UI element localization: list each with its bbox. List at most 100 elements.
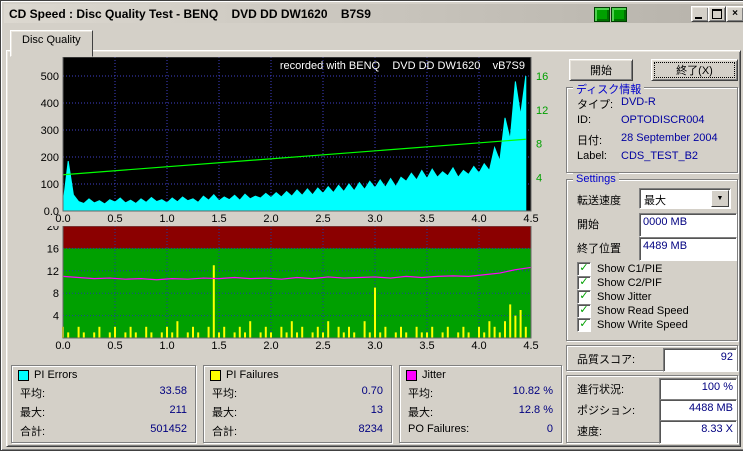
- svg-text:20: 20: [47, 226, 59, 233]
- checkbox-show-jitter[interactable]: ✓ Show Jitter: [577, 290, 651, 304]
- checkbox-show-c2-pif[interactable]: ✓ Show C2/PIF: [577, 276, 662, 290]
- stat-row: 最大: 12.8 %: [408, 404, 553, 417]
- checkmark-icon: ✓: [579, 305, 588, 316]
- checkmark-icon: ✓: [579, 263, 588, 274]
- disc-id-value: OPTODISCR004: [621, 114, 705, 126]
- start-position-field[interactable]: 0000 MB: [639, 213, 737, 237]
- disc-info-row: Label: CDS_TEST_B2: [577, 150, 731, 162]
- checkmark-icon: ✓: [579, 291, 588, 302]
- progress-label: 進行状況:: [577, 381, 624, 397]
- pi-errors-chart: 0.00.51.01.52.02.53.03.54.04.55004003002…: [29, 57, 563, 225]
- maximize-icon: [712, 9, 722, 19]
- svg-text:3.5: 3.5: [419, 340, 434, 352]
- chevron-down-icon: ▼: [717, 195, 724, 202]
- pi-failures-panel: PI Failures 平均:0.70 最大:13 合計:8234: [203, 365, 392, 443]
- end-position-label: 終了位置: [577, 240, 621, 256]
- svg-text:3.0: 3.0: [367, 213, 382, 225]
- panel-header: PI Failures: [210, 369, 279, 381]
- maximize-button[interactable]: [708, 6, 726, 22]
- close-icon: ×: [732, 9, 738, 19]
- stat-label: 合計:: [212, 423, 237, 436]
- svg-text:12: 12: [536, 105, 548, 117]
- stat-label: PO Failures:: [408, 423, 469, 436]
- checkbox-box: ✓: [577, 290, 591, 304]
- disc-label-value: CDS_TEST_B2: [621, 150, 698, 162]
- start-position-label: 開始: [577, 216, 599, 232]
- disc-info-title: ディスク情報: [573, 81, 644, 97]
- green-app-icon-1[interactable]: [594, 7, 610, 22]
- exit-button[interactable]: 終了(X): [651, 59, 738, 81]
- stat-value: 12.8 %: [519, 404, 553, 417]
- panel-title: PI Failures: [226, 369, 279, 381]
- status-group: 進行状況: 100 % ポジション: 4488 MB 速度: 8.33 X: [566, 375, 738, 443]
- end-position-field[interactable]: 4489 MB: [639, 237, 737, 261]
- svg-text:200: 200: [41, 152, 59, 164]
- svg-text:2.5: 2.5: [315, 340, 330, 352]
- checkbox-label: Show Read Speed: [597, 305, 689, 317]
- svg-text:16: 16: [47, 243, 59, 255]
- disc-label-label: Label:: [577, 150, 621, 162]
- pi-failures-swatch: [210, 370, 221, 381]
- stat-row: 合計: 8234: [212, 423, 383, 436]
- checkmark-icon: ✓: [579, 319, 588, 330]
- stat-row: 平均:33.58: [20, 385, 187, 398]
- checkbox-show-write-speed[interactable]: ✓ Show Write Speed: [577, 318, 688, 332]
- stat-value: 501452: [150, 423, 187, 436]
- svg-text:4.5: 4.5: [523, 213, 538, 225]
- panel-header: PI Errors: [18, 369, 77, 381]
- svg-text:400: 400: [41, 98, 59, 110]
- svg-text:300: 300: [41, 125, 59, 137]
- speed-label: 速度:: [577, 423, 602, 439]
- stat-value: 0: [547, 423, 553, 436]
- panel-title: PI Errors: [34, 369, 77, 381]
- checkbox-box: ✓: [577, 318, 591, 332]
- minimize-button[interactable]: [691, 6, 709, 22]
- disc-info-row: タイプ: DVD-R: [577, 96, 731, 112]
- stat-row: 最大: 211: [20, 404, 187, 417]
- stat-label: 最大:: [20, 404, 45, 417]
- svg-text:500: 500: [41, 71, 59, 83]
- checkbox-box: ✓: [577, 262, 591, 276]
- panel-header: Jitter: [406, 369, 446, 381]
- svg-text:0.0: 0.0: [55, 340, 70, 352]
- svg-text:recorded with BENQ DVD DD D: recorded with BENQ DVD DD DW1620 vB7S9: [280, 60, 525, 72]
- checkbox-label: Show C2/PIF: [597, 277, 662, 289]
- position-label: ポジション:: [577, 402, 635, 418]
- stat-value: 10.82 %: [513, 385, 553, 398]
- svg-text:4: 4: [536, 172, 542, 184]
- stat-row: PO Failures: 0: [408, 423, 553, 436]
- start-button[interactable]: 開始: [569, 59, 633, 81]
- jitter-swatch: [406, 370, 417, 381]
- svg-text:0.0: 0.0: [44, 206, 59, 218]
- transfer-speed-label: 転送速度: [577, 192, 621, 208]
- quality-score-group: 品質スコア: 92: [566, 345, 738, 371]
- stat-value: 8234: [359, 423, 383, 436]
- stat-value: 13: [371, 404, 383, 417]
- pi-errors-panel: PI Errors 平均:33.58 最大:211 合計:501452: [11, 365, 196, 443]
- app-window: CD Speed : Disc Quality Test - BENQ DVD …: [0, 0, 743, 451]
- disc-date-value: 28 September 2004: [621, 132, 718, 148]
- stat-label: 最大:: [408, 404, 433, 417]
- dropdown-button[interactable]: ▼: [711, 190, 729, 207]
- tab-disc-quality[interactable]: Disc Quality: [10, 30, 93, 57]
- window-title: CD Speed : Disc Quality Test - BENQ DVD …: [9, 7, 371, 21]
- stat-value: 0.70: [362, 385, 383, 398]
- svg-text:100: 100: [41, 179, 59, 191]
- svg-text:3.5: 3.5: [419, 213, 434, 225]
- checkbox-box: ✓: [577, 276, 591, 290]
- disc-type-label: タイプ:: [577, 96, 621, 112]
- title-bar[interactable]: CD Speed : Disc Quality Test - BENQ DVD …: [4, 4, 743, 23]
- disc-date-label: 日付:: [577, 132, 621, 148]
- svg-text:1.5: 1.5: [211, 213, 226, 225]
- panel-title: Jitter: [422, 369, 446, 381]
- green-app-icon-2[interactable]: [611, 7, 627, 22]
- stat-value: 33.58: [159, 385, 187, 398]
- stat-value: 211: [169, 404, 187, 417]
- disc-id-label: ID:: [577, 114, 621, 126]
- transfer-speed-select[interactable]: 最大 ▼: [639, 188, 731, 209]
- close-button[interactable]: ×: [726, 6, 743, 22]
- checkbox-show-c1-pie[interactable]: ✓ Show C1/PIE: [577, 262, 662, 276]
- checkbox-show-read-speed[interactable]: ✓ Show Read Speed: [577, 304, 689, 318]
- stat-row: 平均:0.70: [212, 385, 383, 398]
- svg-text:1.0: 1.0: [159, 340, 174, 352]
